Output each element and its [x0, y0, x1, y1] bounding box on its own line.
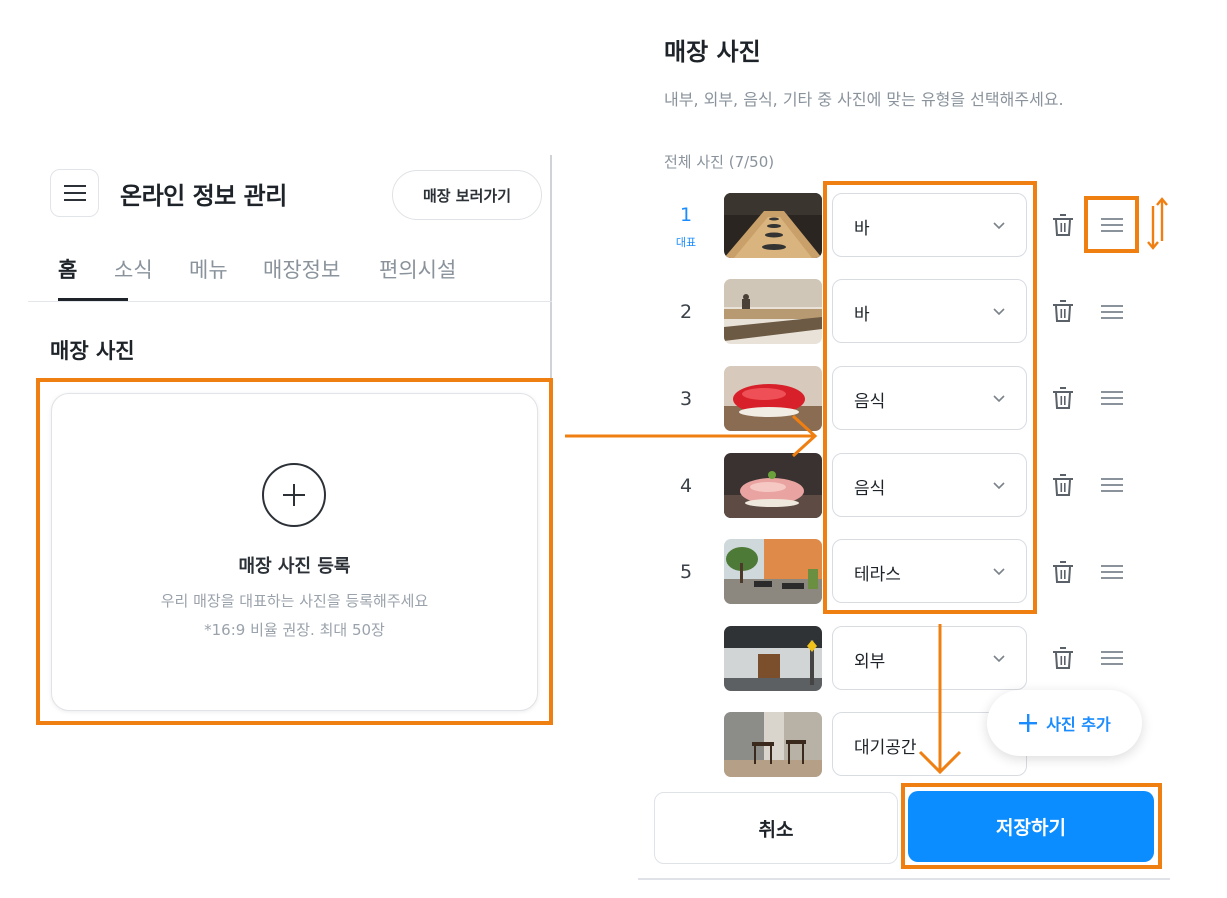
photo-thumbnail	[724, 626, 822, 691]
tuna-sushi-thumb	[724, 366, 822, 431]
photo-thumbnail	[724, 193, 822, 258]
photo-thumbnail	[724, 366, 822, 431]
cancel-button[interactable]: 취소	[654, 792, 898, 864]
tab-home[interactable]: 홈	[58, 254, 77, 284]
photo-number: 3	[679, 388, 693, 410]
drag-handle-icon[interactable]	[1099, 648, 1125, 668]
tab-menu[interactable]: 메뉴	[189, 254, 228, 284]
terrace-thumb	[724, 539, 822, 604]
bar-counter-thumb	[724, 193, 822, 258]
fatty-tuna-sushi-thumb	[724, 453, 822, 518]
hamburger-icon	[63, 185, 86, 201]
tab-facilities[interactable]: 편의시설	[379, 254, 456, 284]
drag-handle-icon[interactable]	[1099, 562, 1125, 582]
section-title: 매장 사진	[50, 339, 135, 363]
reorder-arrows-icon	[1147, 197, 1168, 250]
page-title: 온라인 정보 관리	[120, 182, 287, 210]
drag-handle-icon[interactable]	[1099, 302, 1125, 322]
photo-thumbnail	[724, 279, 822, 344]
trash-icon[interactable]	[1050, 385, 1076, 411]
dining-room-thumb	[724, 279, 822, 344]
view-store-button[interactable]: 매장 보러가기	[392, 170, 542, 220]
waiting-area-thumb	[724, 712, 822, 777]
add-photo-label: 사진 추가	[1046, 715, 1111, 734]
active-tab-indicator	[58, 298, 128, 301]
trash-icon[interactable]	[1050, 472, 1076, 498]
tab-news[interactable]: 소식	[114, 254, 153, 284]
menu-button[interactable]	[50, 169, 99, 217]
photos-subtitle: 내부, 외부, 음식, 기타 중 사진에 맞는 유형을 선택해주세요.	[664, 90, 1064, 109]
photos-title: 매장 사진	[664, 38, 761, 66]
drag-handle-highlight-box	[1084, 196, 1139, 253]
photo-thumbnail	[724, 453, 822, 518]
photo-count: 전체 사진 (7/50)	[664, 153, 775, 171]
category-select[interactable]: 외부	[832, 626, 1027, 690]
photo-number: 2	[679, 301, 693, 323]
drag-handle-icon[interactable]	[1099, 388, 1125, 408]
plus-icon	[1019, 714, 1038, 732]
tab-bar: 홈 소식 메뉴 매장정보 편의시설	[28, 250, 552, 302]
category-value: 대기공간	[854, 738, 917, 758]
photo-number: 5	[679, 561, 693, 583]
trash-icon[interactable]	[1050, 212, 1076, 238]
photo-thumbnail	[724, 539, 822, 604]
photo-number: 1	[679, 204, 693, 226]
photo-number: 4	[679, 475, 693, 497]
save-highlight-box	[901, 783, 1162, 869]
exterior-thumb	[724, 626, 822, 691]
upload-highlight-box	[36, 378, 553, 725]
add-photo-button[interactable]: 사진 추가	[987, 690, 1142, 756]
trash-icon[interactable]	[1050, 559, 1076, 585]
category-value: 외부	[854, 652, 886, 672]
photo-thumbnail	[724, 712, 822, 777]
trash-icon[interactable]	[1050, 645, 1076, 671]
drag-handle-icon[interactable]	[1099, 475, 1125, 495]
chevron-down-icon	[993, 655, 1005, 663]
category-highlight-box	[823, 181, 1037, 614]
tab-store-info[interactable]: 매장정보	[263, 254, 340, 284]
representative-badge: 대표	[675, 236, 697, 249]
trash-icon[interactable]	[1050, 298, 1076, 324]
